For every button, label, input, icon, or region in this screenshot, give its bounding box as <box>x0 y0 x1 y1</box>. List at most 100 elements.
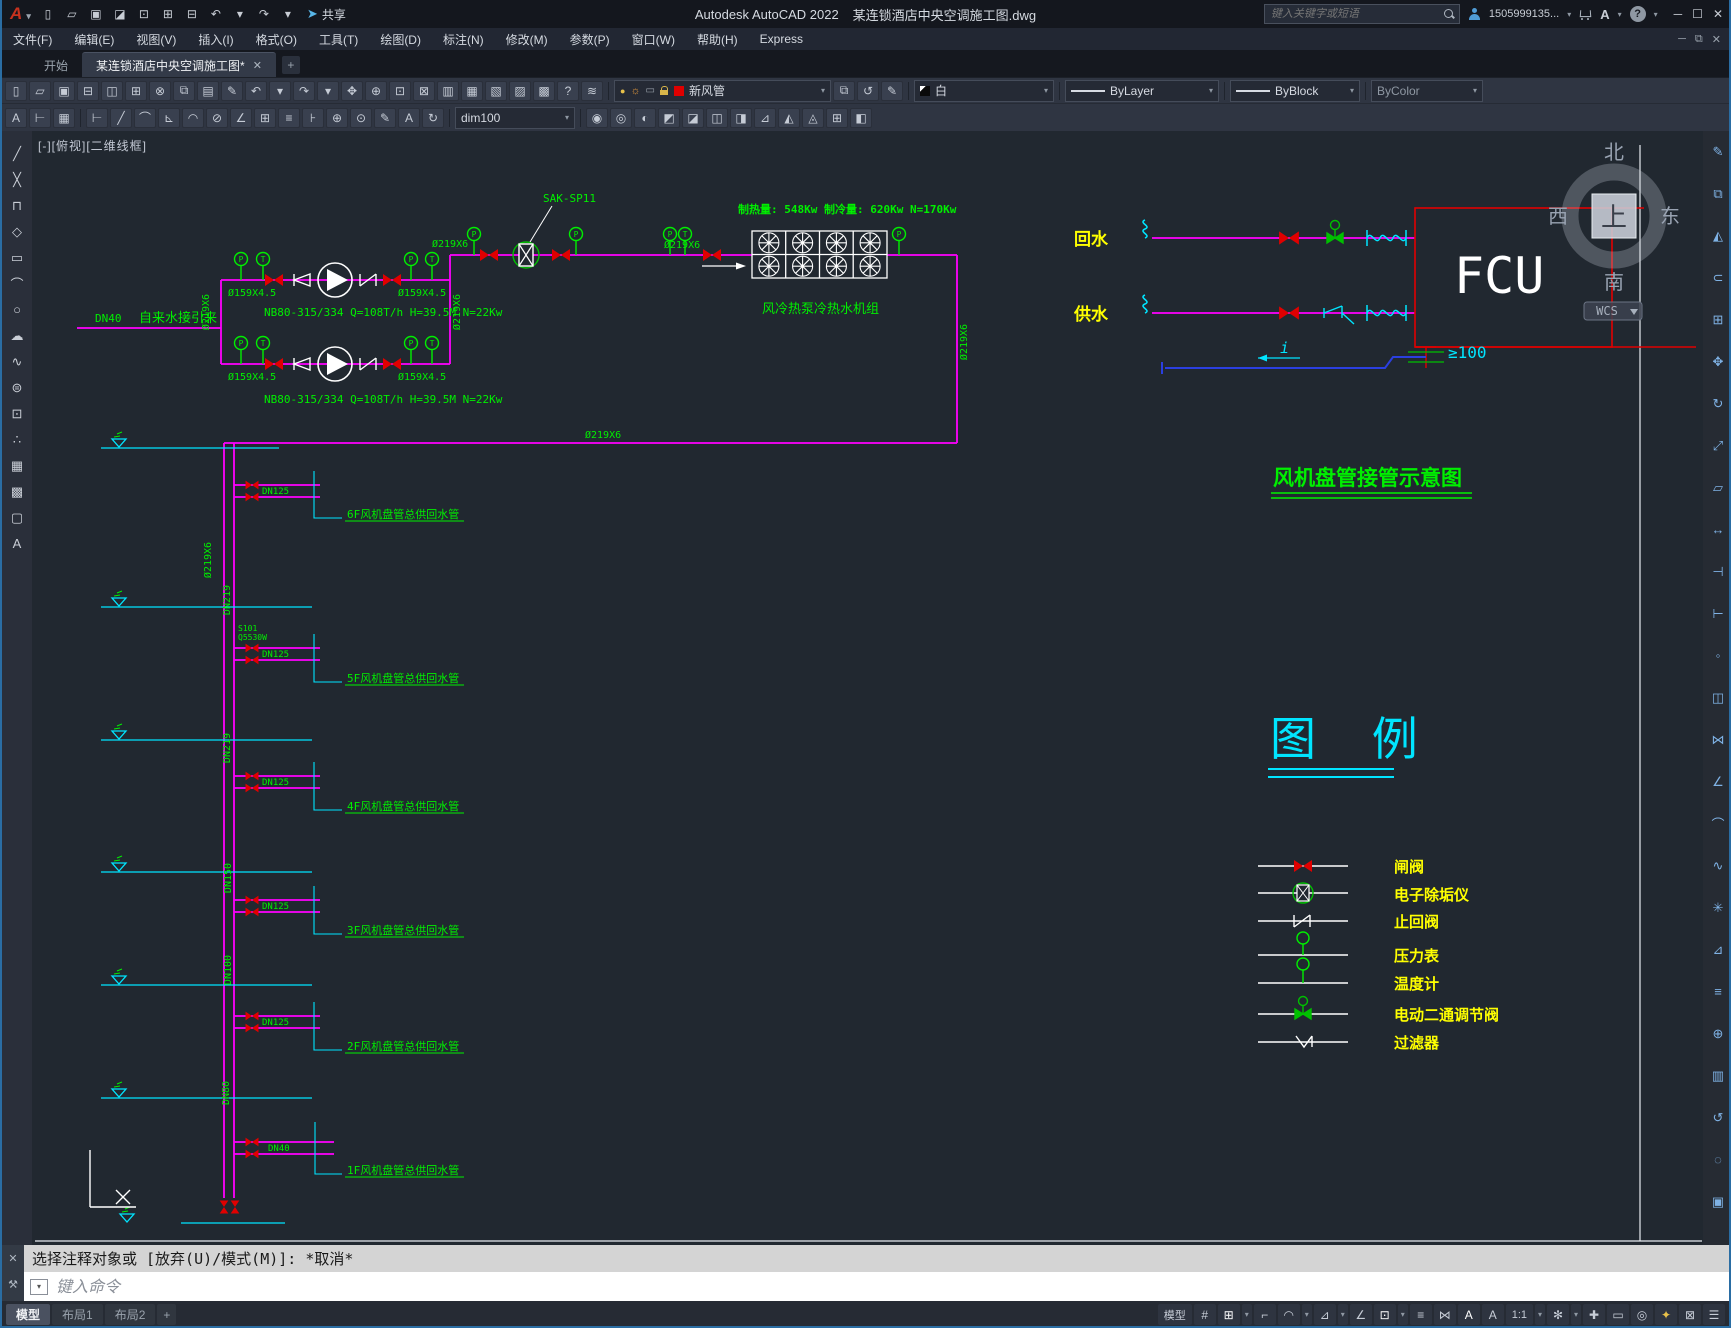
polygon-icon[interactable]: ◇ <box>5 221 29 242</box>
publish-icon[interactable]: ⊞ <box>125 80 147 101</box>
undo-dropdown-icon[interactable]: ▾ <box>269 80 291 101</box>
linear-dim-icon[interactable]: ⊢ <box>86 107 108 128</box>
mirror-icon[interactable]: ◭ <box>1706 225 1729 246</box>
annotation-monitor-icon[interactable]: ✚ <box>1583 1304 1605 1325</box>
circle-icon[interactable]: ○ <box>5 299 29 320</box>
close-button[interactable]: ✕ <box>1713 7 1723 21</box>
redraw-icon[interactable]: ◌ <box>1706 1149 1729 1170</box>
open-from-web-icon[interactable]: ⊡ <box>133 4 155 24</box>
dimstyle-dropdown-chevron[interactable]: ▾ <box>565 113 569 122</box>
legend[interactable]: 图 例 闸阀 电子除垢仪 止回阀 压力表 温度计 电动二通调节阀 过滤器 <box>1258 712 1499 1052</box>
riser-note-2[interactable]: Q5530W <box>238 633 267 642</box>
erase-icon[interactable]: ✎ <box>1706 141 1729 162</box>
maximize-button[interactable]: ☐ <box>1692 7 1703 21</box>
color-dropdown[interactable]: 白 ▾ <box>914 79 1054 102</box>
customize-icon[interactable]: ☰ <box>1703 1304 1725 1325</box>
plot-icon[interactable]: ⊟ <box>77 80 99 101</box>
sheetset-manager-icon[interactable]: ▨ <box>509 80 531 101</box>
break-at-point-icon[interactable]: ◦ <box>1706 645 1729 666</box>
tab-current-drawing[interactable]: 某连锁酒店中央空调施工图* ✕ <box>82 52 276 77</box>
polyline-icon[interactable]: ⊓ <box>5 195 29 216</box>
tab-model[interactable]: 模型 <box>6 1304 51 1325</box>
new-layout-button[interactable]: + <box>157 1304 177 1325</box>
redo-icon[interactable]: ↷ <box>293 80 315 101</box>
redo-dropdown-icon[interactable]: ▾ <box>317 80 339 101</box>
loft-icon[interactable]: ◨ <box>730 107 752 128</box>
menu-view[interactable]: 视图(V) <box>125 28 187 50</box>
annotation-scale-button[interactable]: 1:1 <box>1505 1304 1533 1325</box>
autodesk-a-icon[interactable]: A <box>1600 7 1609 22</box>
rectangle-icon[interactable]: ▭ <box>5 247 29 268</box>
pump-1-spec[interactable]: NB80-315/334 Q=108T/h H=39.5M N=22Kw <box>264 306 503 319</box>
paste-icon[interactable]: ▤ <box>197 80 219 101</box>
tool-palettes-icon[interactable]: ▧ <box>485 80 507 101</box>
group-icon[interactable]: ▣ <box>1706 1191 1729 1212</box>
menu-draw[interactable]: 绘图(D) <box>369 28 432 50</box>
cut-icon[interactable]: ⊗ <box>149 80 171 101</box>
color-dropdown-chevron[interactable]: ▾ <box>1044 86 1048 95</box>
doc-restore-button[interactable]: ⧉ <box>1695 33 1703 46</box>
trim-icon[interactable]: ⊣ <box>1706 561 1729 582</box>
dim-style-icon[interactable]: ⊢ <box>29 107 51 128</box>
viewcube-south[interactable]: 南 <box>1604 270 1624 294</box>
viewcube[interactable]: 上 北 西 东 南 WCS <box>1548 140 1680 321</box>
arc-icon[interactable]: ⌒ <box>5 273 29 294</box>
multiline-text-icon[interactable]: A <box>5 533 29 554</box>
snap-mode-icon[interactable]: ⊞ <box>1217 1304 1240 1325</box>
account-dropdown-icon[interactable]: ▾ <box>1567 10 1571 19</box>
viewport-controls[interactable]: [-][俯视][二维线框] <box>38 137 147 154</box>
command-input-row[interactable]: ▾ <box>24 1272 1729 1301</box>
inlet-dn-label[interactable]: DN40 <box>95 312 122 325</box>
zoom-window-icon[interactable]: ⊡ <box>389 80 411 101</box>
redo-dropdown-icon[interactable]: ▾ <box>277 4 299 24</box>
polar-tracking-icon[interactable]: ◠ <box>1277 1304 1300 1325</box>
point-icon[interactable]: ∴ <box>5 429 29 450</box>
chiller-plant-piping[interactable] <box>77 254 958 1198</box>
autoscale-icon[interactable]: A <box>1481 1304 1504 1325</box>
branch-3f[interactable]: DN125 3F风机盘管总供回水管 <box>234 886 464 938</box>
measure-icon[interactable]: ⊿ <box>1706 939 1729 960</box>
subtract-icon[interactable]: ◎ <box>610 107 632 128</box>
osnap-icon[interactable]: ⊡ <box>1373 1304 1396 1325</box>
rotate-icon[interactable]: ↻ <box>1706 393 1729 414</box>
plot-preview-icon[interactable]: ◫ <box>101 80 123 101</box>
tolerance-icon[interactable]: ⊕ <box>326 107 348 128</box>
copy-icon[interactable]: ⧉ <box>1706 183 1729 204</box>
extend-icon[interactable]: ⊢ <box>1706 603 1729 624</box>
undo-dropdown-icon[interactable]: ▾ <box>229 4 251 24</box>
layer-states-icon[interactable]: ✎ <box>881 80 903 101</box>
undo-icon[interactable]: ↶ <box>245 80 267 101</box>
make-layer-current-icon[interactable]: ⧉ <box>833 80 855 101</box>
center-mark-icon[interactable]: ⊙ <box>350 107 372 128</box>
qsave-icon[interactable]: ▣ <box>53 80 75 101</box>
new-file-icon[interactable]: ▯ <box>37 4 59 24</box>
new-tab-button[interactable]: + <box>281 56 300 74</box>
annoscale-arrow-icon[interactable]: ▾ <box>1535 1304 1545 1325</box>
union-icon[interactable]: ◉ <box>586 107 608 128</box>
graphics-performance-icon[interactable]: ✦ <box>1655 1304 1677 1325</box>
menu-modify[interactable]: 修改(M) <box>495 28 559 50</box>
sweep-icon[interactable]: ◫ <box>706 107 728 128</box>
region-icon[interactable]: ▢ <box>5 507 29 528</box>
help-dropdown-icon[interactable]: ▾ <box>1654 10 1658 19</box>
snap-arrow-icon[interactable]: ▾ <box>1241 1304 1252 1325</box>
help-icon[interactable]: ? <box>1629 6 1646 22</box>
properties-icon[interactable]: ≡ <box>1706 981 1729 1002</box>
scale-icon[interactable]: ⤢ <box>1706 435 1729 456</box>
menu-parametric[interactable]: 参数(P) <box>559 28 621 50</box>
model-space[interactable]: DN40 自来水接引来 P T P T P T P T P P P T P Ø1… <box>2 131 1731 1245</box>
unit-capacity-label[interactable]: 制热量: 548Kw 制冷量: 620Kw N=170Kw <box>738 202 957 216</box>
revision-cloud-icon[interactable]: ☁ <box>5 325 29 346</box>
units-icon[interactable]: ▭ <box>1607 1304 1629 1325</box>
isodraft-icon[interactable]: ⊿ <box>1313 1304 1336 1325</box>
menu-dimension[interactable]: 标注(N) <box>432 28 495 50</box>
branch-5f[interactable]: DN125 5F风机盘管总供回水管 <box>234 634 464 686</box>
menu-window[interactable]: 窗口(W) <box>621 28 686 50</box>
plotstyle-dropdown-chevron[interactable]: ▾ <box>1473 86 1477 95</box>
break-icon[interactable]: ◫ <box>1706 687 1729 708</box>
pipe-size-labels[interactable]: Ø159X4.5 Ø159X4.5 Ø159X4.5 Ø159X4.5 Ø219… <box>200 238 970 441</box>
ucs-icon[interactable]: ⊕ <box>1706 1023 1729 1044</box>
zoom-previous-icon[interactable]: ⊠ <box>413 80 435 101</box>
revolve-icon[interactable]: ◪ <box>682 107 704 128</box>
plot-icon[interactable]: ⊟ <box>181 4 203 24</box>
